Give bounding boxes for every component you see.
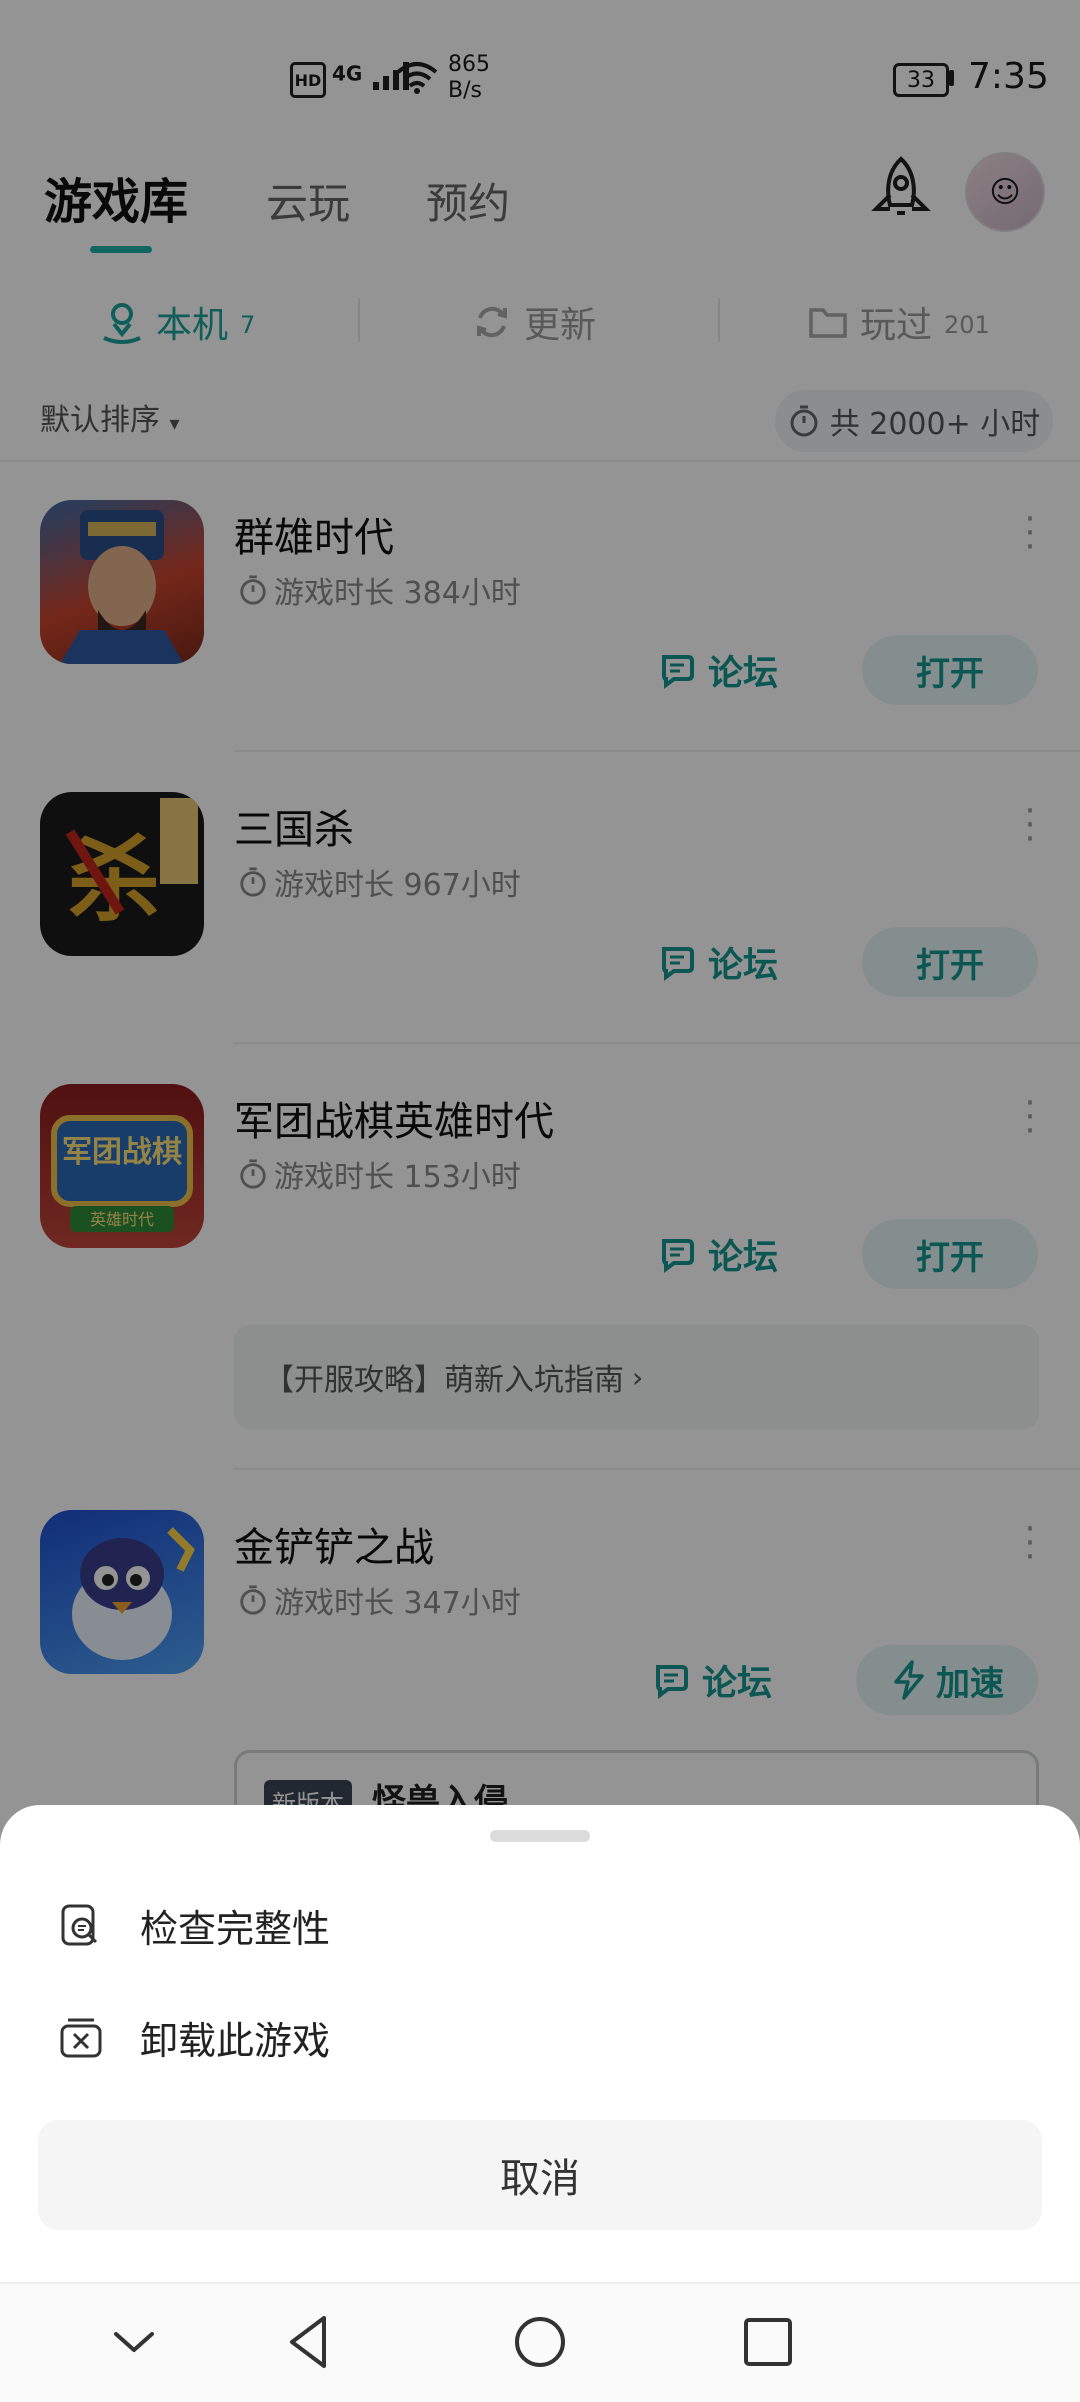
cancel-button[interactable]: 取消 [38,2120,1042,2230]
back-triangle-icon[interactable] [278,2310,342,2374]
back-chevron-icon[interactable] [102,2310,166,2374]
sheet-item-check-integrity[interactable]: 检查完整性 [58,1895,330,1955]
sheet-item-label: 检查完整性 [140,1906,331,1951]
sheet-handle[interactable] [490,1830,590,1842]
sheet-item-uninstall[interactable]: 卸载此游戏 [58,2007,330,2067]
recents-square-icon[interactable] [736,2310,800,2374]
home-circle-icon[interactable] [508,2310,572,2374]
search-doc-icon [61,1904,98,1946]
sheet-item-label: 卸载此游戏 [140,2018,331,2063]
uninstall-icon [60,2018,102,2058]
